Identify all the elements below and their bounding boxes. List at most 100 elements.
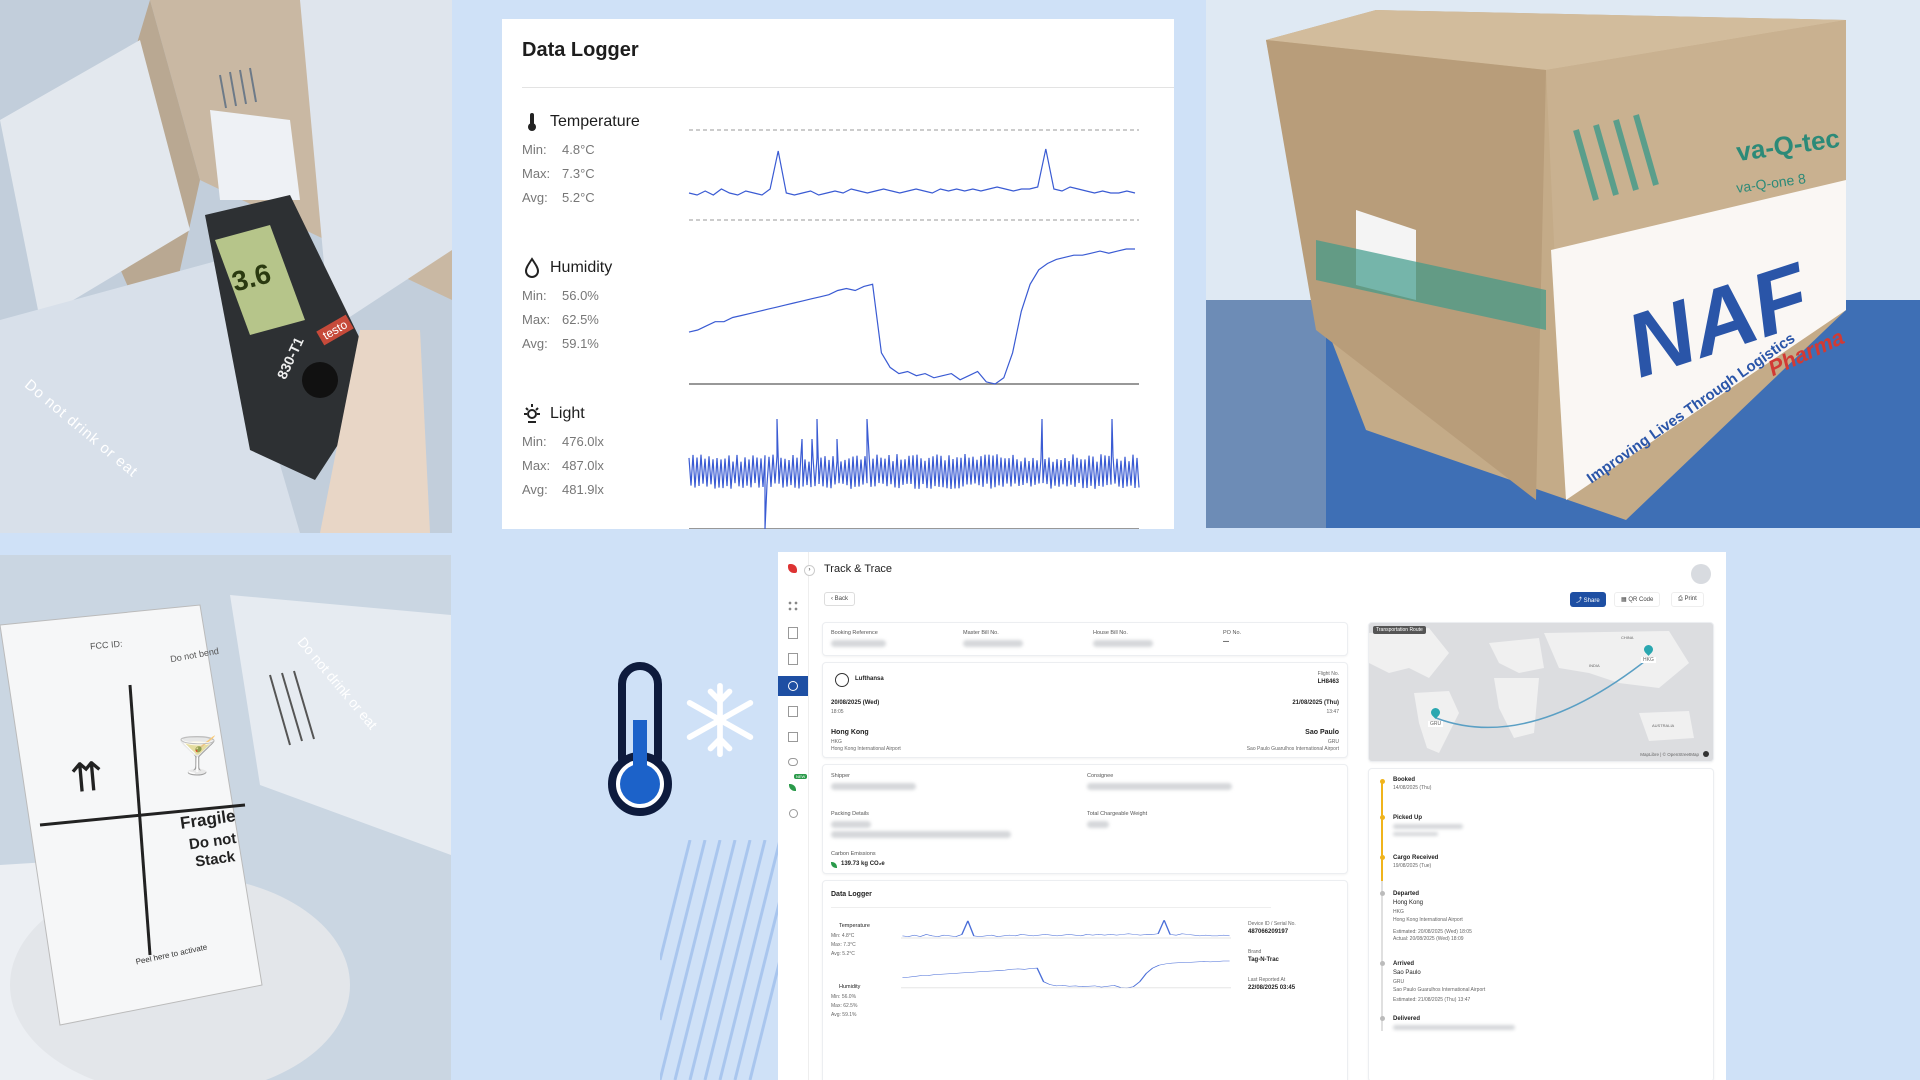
timeline-detail: 19/08/2025 (Tue) (1393, 863, 1432, 869)
avg-value: 481.9lx (562, 482, 604, 497)
pin-destination-label: GRU (1428, 721, 1444, 727)
timeline-code: GRU (1393, 979, 1405, 985)
min-label: Min: (522, 434, 547, 449)
data-logger-panel: Data Logger Temperature Min: 4.8°C Max: … (822, 880, 1348, 1080)
up-arrows-icon: ⇈ (68, 754, 106, 802)
sidebar-item-track[interactable] (778, 676, 808, 696)
timeline-code: HKG (1393, 909, 1404, 915)
weight-label: Total Chargeable Weight (1087, 811, 1148, 817)
avg-value: 59.1% (562, 336, 599, 351)
arrival-date: 21/08/2025 (Thu) (1292, 700, 1339, 706)
pin-origin-label: HKG (1641, 657, 1656, 663)
timeline-detail: 14/08/2025 (Thu) (1393, 785, 1432, 791)
status-timeline: Booked 14/08/2025 (Thu) Picked Up Cargo … (1368, 768, 1714, 1080)
calendar-icon[interactable] (788, 732, 798, 742)
track-trace-window: › NEW Track & Trace ‹ Back ⤴ Share ▦ QR … (778, 552, 1726, 1080)
min-label: Min: (522, 288, 547, 303)
min-value: 56.0% (562, 288, 599, 303)
profile-icon[interactable] (789, 809, 798, 818)
droplet-icon (524, 257, 540, 278)
destination-airport: Sao Paulo Guarulhos International Airpor… (1246, 746, 1339, 752)
collapse-button[interactable]: › (804, 565, 815, 576)
timeline-actual: Actual: 20/08/2025 (Wed) 18:09 (1393, 936, 1464, 942)
share-button[interactable]: ⤴ Share (1570, 592, 1606, 607)
qr-label: QR Code (1628, 597, 1654, 603)
mini-logger-chart (901, 920, 1231, 989)
timeline-status: Delivered (1393, 1016, 1421, 1022)
data-logger-title: Data Logger (522, 39, 639, 61)
timeline-dot (1379, 779, 1385, 784)
info-icon[interactable] (1703, 751, 1709, 757)
page-title: Track & Trace (824, 563, 893, 575)
logger-temp-max: Max: 7.3°C (831, 942, 856, 948)
cold-chain-graphic (600, 660, 770, 830)
light-series-line (688, 418, 1140, 529)
compass-icon (788, 681, 798, 691)
photo-fragile-label: FCC ID: Do not bend Fragile Do not Stack… (0, 555, 451, 1080)
max-label: Max: (522, 312, 551, 327)
carbon-label: Carbon Emissions (831, 851, 876, 857)
users-icon[interactable] (788, 758, 798, 766)
avg-label: Avg: (522, 482, 548, 497)
max-value: 7.3°C (562, 166, 595, 181)
logger-hum-max: Max: 62.5% (831, 1003, 858, 1009)
consignee-value (1087, 783, 1232, 790)
arrival-time: 13:47 (1326, 709, 1339, 715)
logger-hum-avg: Avg: 59.1% (831, 1012, 857, 1018)
timeline-dot (1379, 1016, 1385, 1021)
carbon-value: 139.73 kg CO₂e (841, 861, 885, 867)
min-value: 476.0lx (562, 434, 604, 449)
timeline-detail: Hong Kong (1393, 900, 1424, 906)
avg-value: 5.2°C (562, 190, 595, 205)
avg-label: Avg: (522, 190, 548, 205)
timeline-status: Departed (1393, 891, 1420, 897)
list-icon[interactable] (788, 653, 798, 665)
timeline-estimated: Estimated: 20/08/2025 (Wed) 18:05 (1393, 929, 1472, 935)
building-icon[interactable] (788, 706, 798, 717)
po-value: — (1223, 639, 1229, 645)
app-logo (788, 564, 797, 573)
leaf-icon (831, 862, 837, 868)
brand-value: Tag-N-Trac (1248, 957, 1279, 963)
thermometer-icon (608, 662, 672, 816)
shipper-value (831, 783, 916, 790)
back-button[interactable]: ‹ Back (824, 592, 856, 606)
last-reported-label: Last Reported At (1248, 977, 1286, 983)
glass-icon: 🍸 (175, 735, 220, 776)
world-map (1369, 623, 1713, 761)
timeline-track-active (1381, 781, 1383, 881)
map-attribution: MapLibre | © OpenStreetMap (1640, 752, 1699, 757)
print-button[interactable]: ⎙ Print (1671, 592, 1704, 607)
metric-name: Light (550, 405, 585, 422)
divider (831, 907, 1271, 908)
data-logger-panel-title: Data Logger (831, 891, 872, 898)
booking-reference-label: Booking Reference (831, 630, 878, 636)
mini-humidity-line (902, 960, 1230, 989)
timeline-detail-blurred (1393, 1025, 1515, 1030)
logger-humidity-label: Humidity (839, 984, 861, 990)
flight-no: LH8463 (1317, 679, 1339, 685)
timeline-estimated: Estimated: 21/08/2025 (Thu) 13:47 (1393, 997, 1471, 1003)
leaf-icon[interactable] (789, 784, 796, 791)
dashboard-icon[interactable] (787, 600, 799, 612)
departure-date: 20/08/2025 (Wed) (831, 700, 880, 706)
brand-label: Brand (1248, 949, 1262, 955)
packing-value-2 (831, 831, 1011, 838)
airline-logo (835, 673, 849, 687)
timeline-airport: Hong Kong International Airport (1393, 917, 1463, 923)
document-icon[interactable] (788, 627, 798, 639)
flight-card: Lufthansa Flight No. LH8463 20/08/2025 (… (822, 662, 1348, 758)
weight-value (1087, 821, 1109, 828)
qr-code-button[interactable]: ▦ QR Code (1614, 592, 1661, 607)
metric-name: Temperature (550, 113, 640, 130)
timeline-dot (1379, 815, 1385, 820)
print-label: Print (1684, 596, 1697, 602)
metric-name: Humidity (550, 259, 613, 276)
origin-city: Hong Kong (831, 729, 869, 736)
map-label: Transportation Route (1373, 626, 1426, 634)
route-map[interactable]: Transportation Route CHINA INDIA AUSTRAL… (1368, 622, 1714, 762)
map-label-australia: AUSTRALIA (1652, 723, 1675, 728)
data-logger-card: Data Logger Temperature Min: 4.8°C Max: 7.… (502, 19, 1174, 529)
destination-code: GRU (1327, 739, 1339, 745)
avatar[interactable] (1691, 564, 1711, 584)
